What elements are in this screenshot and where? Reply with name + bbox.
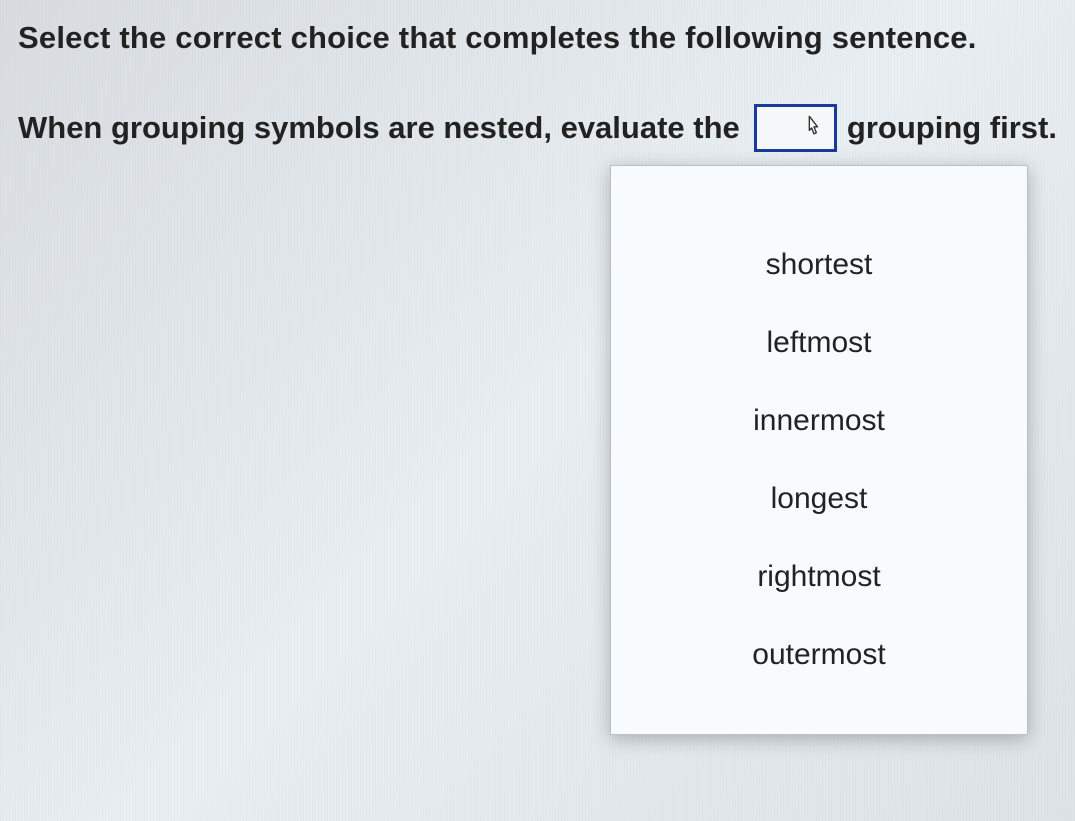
- dropdown-option-shortest[interactable]: shortest: [611, 226, 1027, 304]
- dropdown-option-leftmost[interactable]: leftmost: [611, 304, 1027, 382]
- dropdown-options-panel: shortest leftmost innermost longest righ…: [610, 165, 1028, 735]
- sentence-row: When grouping symbols are nested, evalua…: [18, 104, 1057, 152]
- dropdown-option-rightmost[interactable]: rightmost: [611, 538, 1027, 616]
- pointer-cursor-icon: [800, 114, 828, 142]
- dropdown-option-outermost[interactable]: outermost: [611, 616, 1027, 694]
- dropdown-option-longest[interactable]: longest: [611, 460, 1027, 538]
- answer-blank-dropdown[interactable]: [754, 104, 837, 152]
- dropdown-option-innermost[interactable]: innermost: [611, 382, 1027, 460]
- sentence-before-blank: When grouping symbols are nested, evalua…: [18, 110, 740, 146]
- instruction-text: Select the correct choice that completes…: [18, 20, 1057, 56]
- sentence-after-blank: grouping first.: [847, 110, 1057, 146]
